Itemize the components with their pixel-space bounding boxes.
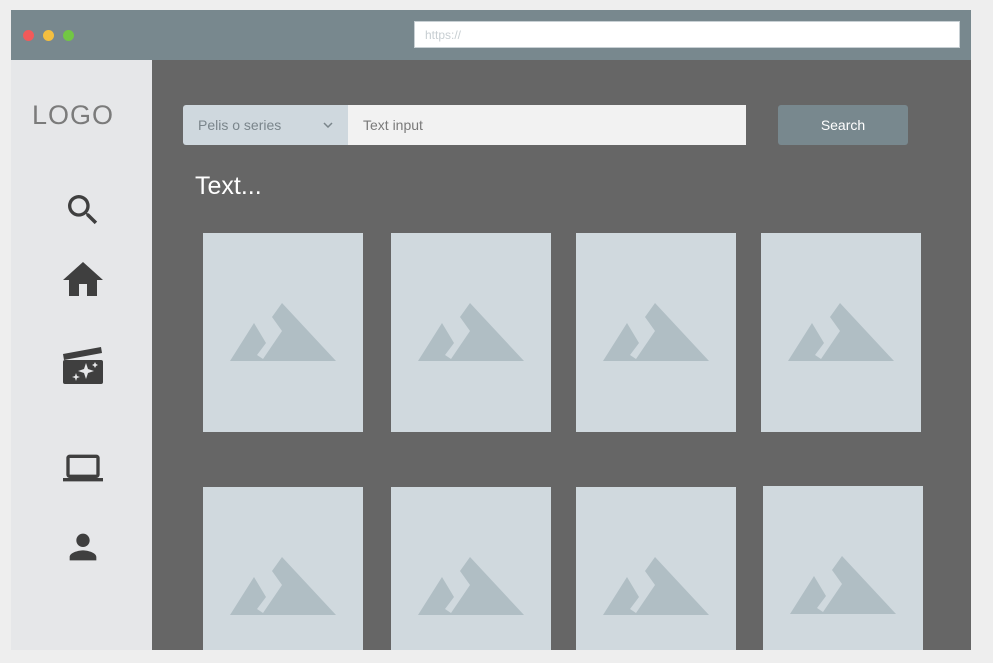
main-content: Pelis o series Text input Search Text... — [152, 60, 971, 650]
sidebar-item-movies[interactable] — [57, 343, 109, 387]
media-card[interactable] — [761, 233, 921, 432]
sidebar-item-profile[interactable] — [57, 525, 109, 569]
user-icon — [69, 533, 97, 561]
sidebar-item-series[interactable] — [57, 446, 109, 490]
media-card[interactable] — [576, 233, 736, 432]
laptop-icon — [63, 454, 103, 482]
image-placeholder-icon — [603, 557, 709, 615]
movie-clapper-icon — [63, 347, 103, 384]
media-card[interactable] — [391, 487, 551, 650]
category-select-value: Pelis o series — [198, 117, 282, 133]
image-placeholder-icon — [603, 303, 709, 361]
browser-window: https:// LOGO Pelis o series Text input … — [11, 10, 971, 650]
media-card[interactable] — [576, 487, 736, 650]
media-card[interactable] — [391, 233, 551, 432]
media-card[interactable] — [203, 487, 363, 650]
maximize-window-button[interactable] — [63, 30, 74, 41]
sidebar: LOGO — [11, 60, 152, 650]
image-placeholder-icon — [418, 303, 524, 361]
logo: LOGO — [31, 100, 115, 130]
sidebar-item-search[interactable] — [57, 188, 109, 232]
media-card[interactable] — [203, 233, 363, 432]
search-button[interactable]: Search — [778, 105, 908, 145]
category-select[interactable]: Pelis o series — [183, 105, 348, 145]
sidebar-item-home[interactable] — [57, 258, 109, 302]
browser-titlebar: https:// — [11, 10, 971, 60]
home-icon — [63, 262, 103, 296]
image-placeholder-icon — [788, 303, 894, 361]
search-input[interactable]: Text input — [348, 105, 746, 145]
close-window-button[interactable] — [23, 30, 34, 41]
media-card[interactable] — [763, 486, 923, 650]
image-placeholder-icon — [418, 557, 524, 615]
search-icon — [68, 195, 98, 225]
image-placeholder-icon — [790, 556, 896, 614]
image-placeholder-icon — [230, 303, 336, 361]
url-bar[interactable]: https:// — [414, 21, 960, 48]
section-title: Text... — [195, 172, 262, 200]
image-placeholder-icon — [230, 557, 336, 615]
minimize-window-button[interactable] — [43, 30, 54, 41]
chevron-down-icon — [323, 122, 333, 128]
